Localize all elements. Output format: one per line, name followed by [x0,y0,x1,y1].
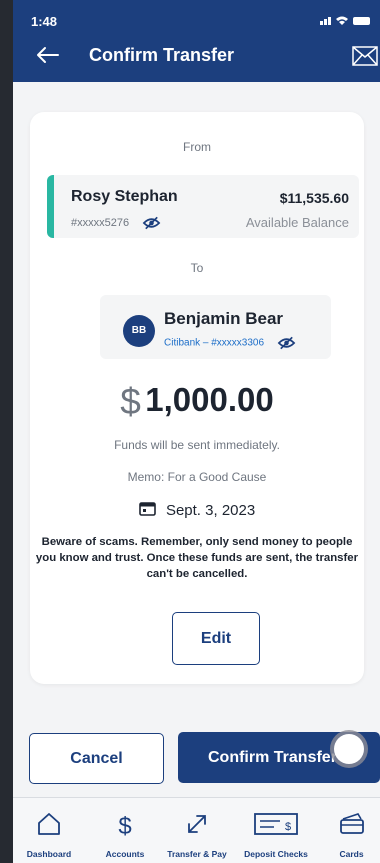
recipient-avatar: BB [123,315,155,347]
from-balance: $11,535.60 [279,190,349,206]
phone-screen: 1:48 Confirm Transfer From Rosy Stephan … [13,0,380,863]
arrow-left-icon [37,47,59,63]
to-recipient-box: BB Benjamin Bear Citibank – #xxxxx3306 [100,295,331,359]
memo-text: Memo: For a Good Cause [127,470,267,484]
transfer-date: Sept. 3, 2023 [30,501,364,519]
svg-text:$: $ [285,821,291,833]
check-icon: $ [254,813,298,835]
dollar-icon: $ [118,813,131,838]
to-label: To [190,261,204,275]
page-title: Confirm Transfer [89,45,235,65]
svg-text:$: $ [118,813,131,838]
transfer-icon [188,815,206,833]
recipient-account: Citibank – #xxxxx3306 [164,336,296,350]
home-icon [38,813,60,835]
from-balance-label: Available Balance [245,215,349,230]
from-account-number-text: #xxxxx5276 [71,216,130,229]
tab-label: Accounts [105,849,145,859]
tab-dashboard[interactable]: Dashboard [13,798,85,863]
tab-cards[interactable]: Cards [323,798,380,863]
transfer-summary-card: From Rosy Stephan #xxxxx5276 $11,535.60 … [30,112,364,684]
tab-accounts[interactable]: $ Accounts [91,798,159,863]
from-account-name: Rosy Stephan [71,188,178,205]
from-account-number: #xxxxx5276 [71,216,161,230]
cards-icon [339,813,364,834]
edit-button[interactable]: Edit [172,612,260,665]
funds-note: Funds will be sent immediately. [114,438,280,452]
tab-label: Transfer & Pay [167,849,227,859]
recipient-name: Benjamin Bear [164,309,284,328]
eye-slash-icon[interactable] [142,216,161,230]
back-button[interactable] [33,40,63,70]
cancel-button[interactable]: Cancel [29,733,164,784]
tab-transfer-pay[interactable]: Transfer & Pay [157,798,237,863]
from-account-box: Rosy Stephan #xxxxx5276 $11,535.60 Avail… [47,175,359,238]
signal-wifi-battery-icon [320,16,370,25]
bottom-tab-bar: Dashboard $ Accounts Transfer & Pay $ De… [13,798,380,863]
from-accent-bar [47,175,54,238]
status-time: 1:48 [31,14,58,29]
envelope-icon [352,46,378,66]
currency-symbol: $ [120,381,141,422]
touch-indicator [334,734,364,764]
transfer-amount: $ 1,000.00 [30,381,364,423]
transfer-date-text: Sept. 3, 2023 [165,502,256,519]
status-icons [320,14,374,29]
mail-button[interactable] [352,45,378,67]
eye-slash-icon[interactable] [277,336,296,350]
calendar-icon [138,502,156,516]
header-bar: 1:48 Confirm Transfer [13,0,380,82]
amount-value: 1,000.00 [145,381,274,418]
from-label: From [183,140,211,154]
tab-label: Cards [339,849,364,859]
tab-label: Deposit Checks [244,849,308,859]
scam-warning: Beware of scams. Remember, only send mon… [35,536,359,580]
recipient-account-text: Citibank – #xxxxx3306 [164,337,265,349]
tab-label: Dashboard [26,849,72,859]
tab-deposit-checks[interactable]: $ Deposit Checks [237,798,315,863]
